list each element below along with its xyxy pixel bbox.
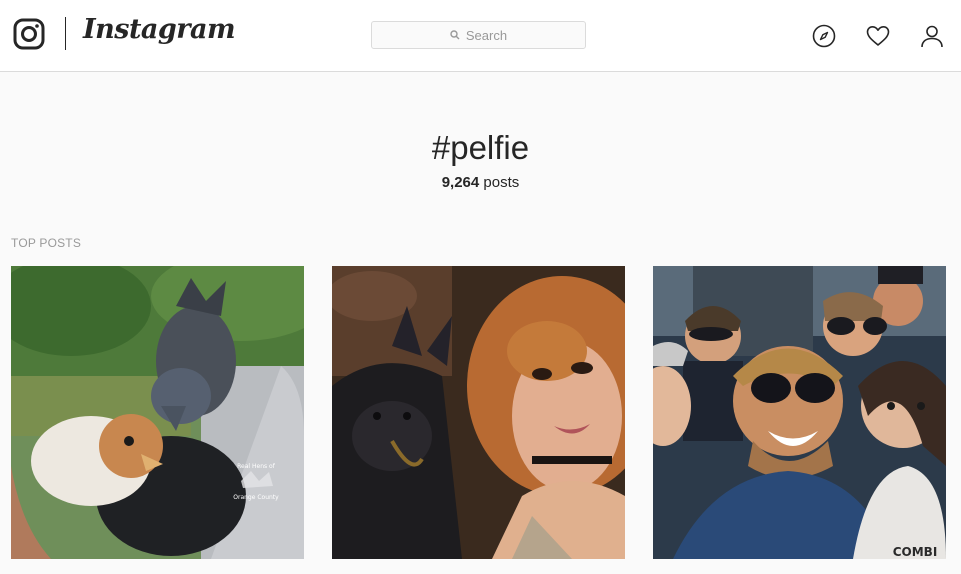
top-post-dog-selfie[interactable] [332,266,625,559]
instagram-logo-icon[interactable] [13,18,45,50]
search-icon [450,30,460,40]
post-photo-dog-selfie [332,266,625,559]
compass-icon[interactable] [812,24,836,48]
search-input[interactable]: Search [371,21,586,49]
shirt-text: COMBI [893,545,938,559]
top-post-group-selfie[interactable]: COMBI [653,266,946,559]
top-post-chickens[interactable]: Real Hens of Orange County [11,266,304,559]
post-photo-group-selfie: COMBI [653,266,946,559]
watermark-line1: Real Hens of [237,463,276,470]
person-icon[interactable] [920,24,944,48]
post-photo-chickens: Real Hens of Orange County [11,266,304,559]
post-count: 9,264 posts [0,174,961,191]
top-navigation-bar: Instagram Search [0,0,961,72]
watermark-line2: Orange County [233,494,279,501]
top-posts-label: TOP POSTS [11,236,82,250]
instagram-wordmark[interactable]: Instagram [83,14,236,45]
hashtag-header: #pelfie 9,264 posts [0,128,961,191]
post-count-label: posts [483,174,520,191]
logo-divider [65,17,66,50]
post-count-number: 9,264 [441,174,480,191]
search-placeholder: Search [465,27,508,43]
heart-icon[interactable] [866,24,890,48]
hashtag-title: #pelfie [431,129,530,166]
